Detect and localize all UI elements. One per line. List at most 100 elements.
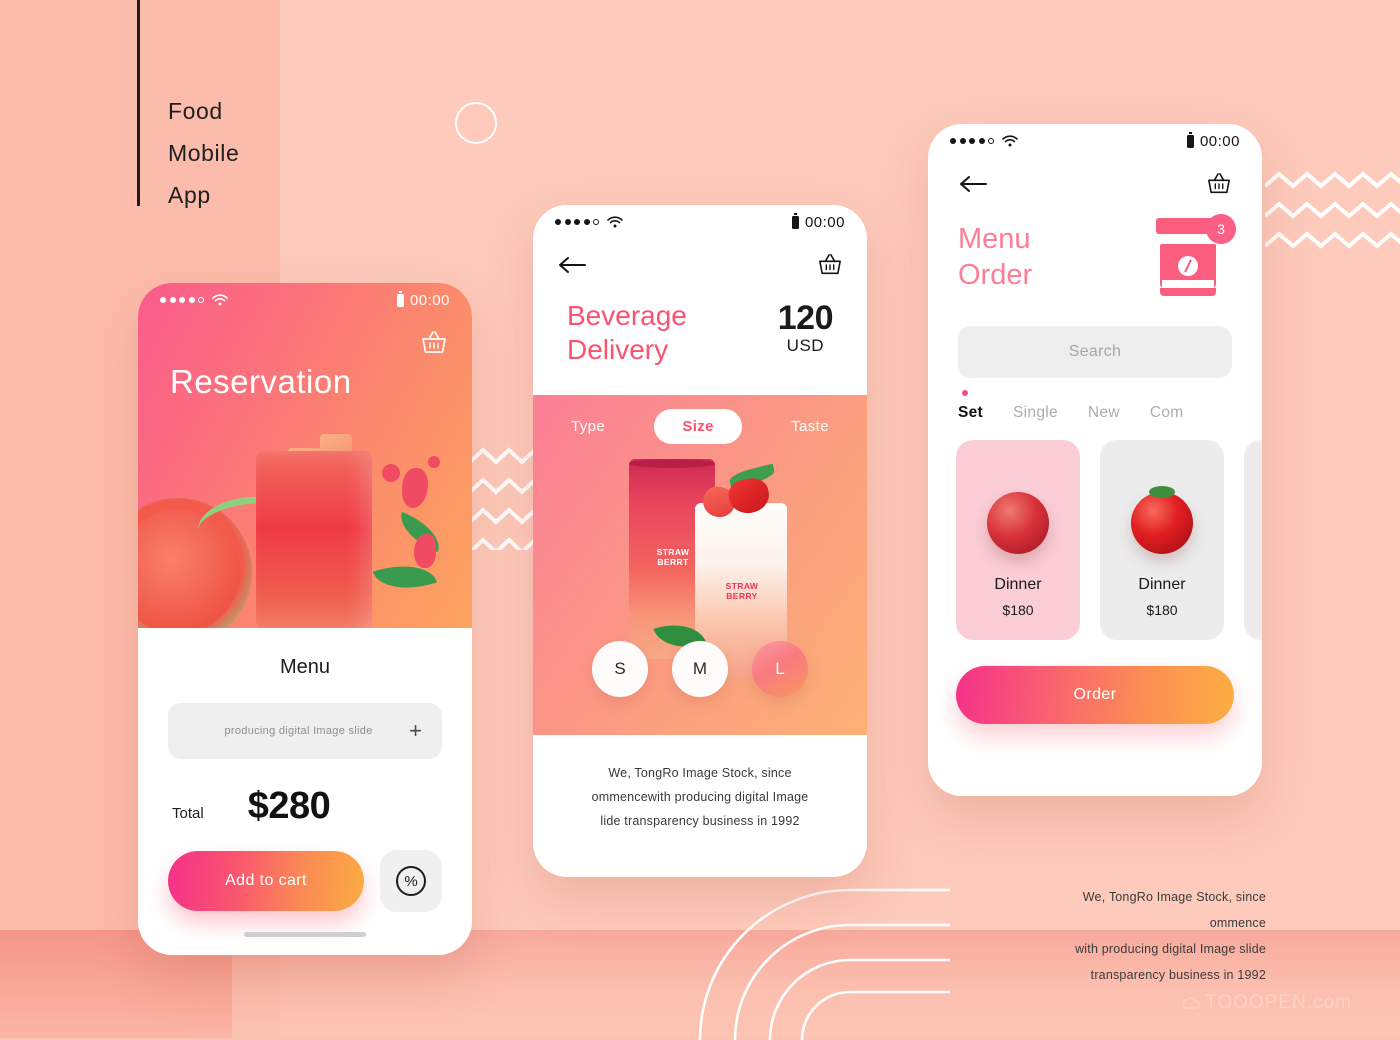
phone1-menu-heading: Menu [279,656,331,678]
phone1-total-value: $280 [247,785,331,827]
cup-a-label-line1: STRAW [656,547,690,557]
juice-splash [402,468,428,508]
plus-icon[interactable]: + [409,720,422,742]
phone3-title: Menu Order [958,221,1032,293]
juice-splash [382,464,400,482]
cup-b-label-line1: STRAW [725,581,759,591]
menu-card-price: $180 [1002,602,1034,618]
header-vertical-rule [137,0,140,206]
search-input[interactable]: Search [958,326,1232,378]
cup-a-label-line2: BERRT [657,557,689,567]
add-to-cart-button[interactable]: Add to cart [168,851,364,911]
battery-icon [396,291,404,307]
size-selector: S M L [533,641,867,697]
caption-line2: with producing digital Image slide [1075,942,1266,956]
menu-card-partial[interactable] [1244,440,1262,640]
size-option-s[interactable]: S [592,641,648,697]
coffee-cup-icon: 3 [1152,214,1236,300]
tab-type[interactable]: Type [567,410,609,443]
phone2-desc-line3: lide transparency business in 1992 [600,814,800,828]
basket-icon[interactable] [817,253,843,277]
header-line-food: Food [168,98,223,124]
decorative-circle [455,102,497,144]
phone-screen-beverage-delivery: 00:00 Beverage Delivery 120 USD Type Siz… [533,205,867,877]
phone2-clock: 00:00 [804,213,845,231]
menu-card[interactable]: Dinner $180 [1100,440,1224,640]
phone2-status-bar: 00:00 [533,205,867,239]
apple-icon [987,492,1049,554]
phone-screen-menu-order: 00:00 Menu Order 3 Search Set Single New [928,124,1262,796]
order-button[interactable]: Order [956,666,1234,724]
menu-card-name: Dinner [1138,576,1186,593]
cloud-icon [1182,997,1200,1009]
phone3-status-bar: 00:00 [928,124,1262,158]
phone2-product-area: Type Size Taste STRAW BERRT STRAW BERRY … [533,395,867,735]
wifi-icon [1002,135,1018,147]
phone2-desc-line1: We, TongRo Image Stock, since [608,766,792,780]
phone1-status-left [160,294,228,306]
phone3-title-line2: Order [958,259,1033,291]
phone2-status-right: 00:00 [791,213,845,231]
menu-card[interactable]: Dinner $180 [956,440,1080,640]
phone1-nav-row [138,317,472,369]
tab-taste[interactable]: Taste [787,410,833,443]
phone3-category-tabs: Set Single New Com [928,378,1262,422]
phone2-status-left [555,216,623,228]
header-line-mobile: Mobile [168,140,240,166]
juice-splash [428,456,440,468]
battery-icon [791,213,799,229]
cup-a-label: STRAW BERRT [651,547,695,567]
decorative-zigzag-right [1265,171,1400,249]
search-placeholder: Search [1068,343,1122,360]
wifi-icon [607,216,623,228]
juice-splash [414,534,436,568]
page-caption: We, TongRo Image Stock, since ommence wi… [1040,884,1266,988]
phone1-actions: Add to cart % [168,850,442,912]
tab-size[interactable]: Size [654,409,742,444]
size-option-l[interactable]: L [752,641,808,697]
cart-count-badge: 3 [1206,214,1236,244]
coffee-bean-icon [1178,256,1198,276]
phone2-title-line1: Beverage [567,300,687,331]
basket-icon[interactable] [1206,172,1232,196]
home-indicator [244,932,366,937]
caption-line1: We, TongRo Image Stock, since ommence [1082,890,1266,930]
category-combo[interactable]: Com [1150,404,1184,422]
back-arrow-icon[interactable] [557,255,587,275]
phone1-total-label: Total [172,805,204,822]
basket-icon[interactable] [420,330,448,356]
phone3-nav-row [928,158,1262,210]
watermark: TOOOPEN.com [1182,992,1352,1014]
phone1-total-row: Total $280 [168,785,442,828]
caption-line3: transparency business in 1992 [1090,968,1266,982]
phone1-hero: 00:00 Reservation [138,283,472,646]
discount-button[interactable]: % [380,850,442,912]
phone2-price-currency: USD [786,336,825,355]
phone1-status-right: 00:00 [396,291,450,309]
phone2-price-number: 120 [777,299,834,337]
phone3-header: Menu Order 3 [928,210,1262,300]
signal-dots-icon [555,219,599,225]
smoothie-glass-illustration [256,451,372,636]
category-new[interactable]: New [1088,404,1120,422]
phone3-status-left [950,135,1018,147]
phone3-card-list[interactable]: Dinner $180 Dinner $180 [928,422,1262,640]
category-single[interactable]: Single [1013,404,1058,422]
phone2-nav-row [533,239,867,291]
header-title-block: Food Mobile App [168,90,388,216]
category-set[interactable]: Set [958,390,983,422]
phone2-header: Beverage Delivery 120 USD [533,291,867,389]
phone3-clock: 00:00 [1199,132,1240,150]
back-arrow-icon[interactable] [958,174,988,194]
phone1-menu-item-row[interactable]: producing digital Image slide + [168,703,442,759]
phone2-description: We, TongRo Image Stock, since ommencewit… [533,735,867,833]
phone1-sheet: Menu producing digital Image slide + Tot… [138,628,472,955]
signal-dots-icon [160,297,204,303]
phone2-title: Beverage Delivery [567,299,687,367]
phone1-status-bar: 00:00 [138,283,472,317]
phone2-cups-illustration: STRAW BERRT STRAW BERRY S M L [533,453,867,697]
phone1-hero-title: Reservation [170,363,352,400]
menu-card-price: $180 [1146,602,1178,618]
size-option-m[interactable]: M [672,641,728,697]
phone2-top: 00:00 Beverage Delivery 120 USD [533,205,867,395]
